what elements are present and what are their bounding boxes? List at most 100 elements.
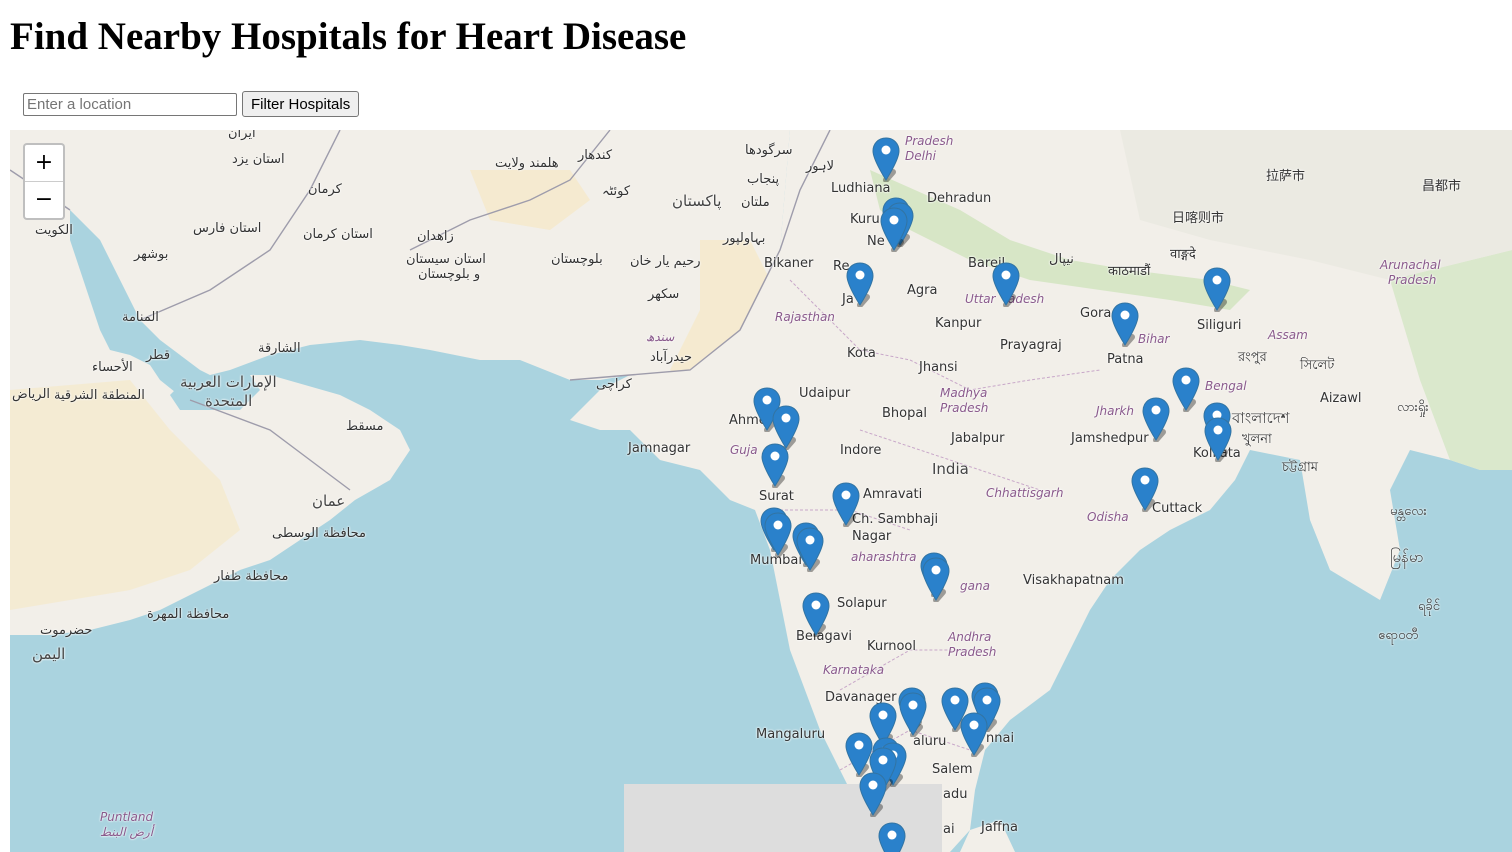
map-label: کوئٹہ — [602, 184, 631, 199]
map-pin-icon[interactable] — [831, 481, 861, 527]
map-label: ရခိုင် — [1418, 599, 1440, 614]
map-label: 日喀则市 — [1172, 211, 1225, 226]
map-label: Solapur — [837, 596, 887, 611]
map-pin-icon[interactable] — [959, 711, 989, 757]
map-pin-icon[interactable] — [858, 771, 888, 817]
map-label: حضرموت — [40, 623, 93, 638]
map-label: Kanpur — [935, 316, 982, 331]
map-pin-icon[interactable] — [1202, 266, 1232, 312]
hospital-map[interactable]: + − Ludhiana Dehradun Kuru Ne Bikaner Re… — [10, 130, 1512, 852]
map-label: လားရှိုး — [1397, 400, 1429, 415]
map-label: ملتان — [741, 195, 770, 210]
map-label: الكويت — [35, 223, 73, 238]
map-pin-icon[interactable] — [991, 261, 1021, 307]
map-label: Prayagraj — [1000, 338, 1062, 353]
map-label: Nagar — [852, 529, 892, 544]
map-label: کراچی — [596, 377, 632, 392]
zoom-out-button[interactable]: − — [25, 182, 63, 218]
map-label: اليمن — [32, 645, 66, 663]
map-label: محافظة الوسطى — [272, 526, 366, 541]
map-label: پاکستان — [672, 192, 722, 210]
map-label: မန္တလေး — [1390, 504, 1427, 519]
map-label: Siliguri — [1197, 318, 1242, 333]
map-pin-icon[interactable] — [763, 511, 793, 557]
map-pin-icon[interactable] — [1203, 416, 1233, 462]
map-label: Jharkh — [1096, 404, 1134, 418]
filter-hospitals-button[interactable]: Filter Hospitals — [242, 91, 360, 117]
map-label: nnai — [986, 731, 1015, 746]
map-label: Udaipur — [799, 386, 851, 401]
map-label: Pradesh — [1388, 273, 1437, 287]
map-label: Gora — [1080, 306, 1112, 321]
map-label: চট্টগ্রাম — [1282, 460, 1318, 475]
map-pin-icon[interactable] — [795, 526, 825, 572]
map-label: Pradesh — [905, 134, 954, 148]
map-label: Jamshedpur — [1071, 431, 1149, 446]
map-pin-icon[interactable] — [898, 691, 928, 737]
map-label: gana — [960, 579, 990, 593]
map-pin-icon[interactable] — [871, 136, 901, 182]
map-pin-icon[interactable] — [921, 556, 951, 602]
map-label: حیدرآباد — [650, 350, 693, 365]
map-label: سرگودھا — [745, 143, 793, 158]
map-label: Puntland — [100, 810, 154, 824]
zoom-control: + − — [23, 143, 65, 220]
map-label: Mangaluru — [756, 727, 826, 742]
map-label: استان کرمان — [303, 227, 373, 242]
map-label: Kurnool — [867, 639, 916, 654]
map-label: أرض البنط — [100, 825, 154, 839]
map-label: استان یزد — [232, 152, 285, 167]
map-label: بلوچستان — [551, 252, 603, 267]
map-label: Dehradun — [927, 191, 992, 206]
map-label: المنامة — [122, 310, 159, 325]
map-label: Aizawl — [1320, 391, 1362, 406]
map-label: Salem — [932, 762, 973, 777]
map-pin-icon[interactable] — [1130, 466, 1160, 512]
map-label: খুলনা — [1242, 432, 1272, 447]
map-label: 昌都市 — [1422, 179, 1462, 194]
map-pin-icon[interactable] — [879, 206, 909, 252]
map-pin-icon[interactable] — [1141, 396, 1171, 442]
map-label: Ludhiana — [831, 181, 891, 196]
map-label: Amravati — [863, 487, 923, 502]
map-label: aharashtra — [851, 550, 917, 564]
map-label: Bihar — [1138, 332, 1170, 346]
map-label: لاہور — [806, 159, 835, 174]
map-pin-icon[interactable] — [845, 261, 875, 307]
map-label: বাংলাদেশ — [1232, 409, 1290, 427]
zoom-in-button[interactable]: + — [25, 145, 63, 182]
map-label: المتحدة — [205, 392, 253, 410]
map-label: سکھر — [648, 287, 680, 302]
map-label: بوشهر — [134, 247, 169, 262]
map-label: Madhya — [940, 386, 988, 400]
map-label: الأحساء — [92, 360, 133, 375]
map-label: زاهدان — [417, 229, 454, 244]
map-label: Andhra — [948, 630, 992, 644]
map-label: کندهار — [578, 148, 613, 163]
map-label: Chhattisgarh — [986, 486, 1064, 500]
map-label: مسقط — [346, 419, 384, 434]
map-label: မြန်မာ — [1390, 548, 1424, 566]
map-label: المنطقة الشرقية — [54, 388, 145, 403]
map-label: کرمان — [308, 182, 342, 197]
map-label: Odisha — [1087, 510, 1129, 524]
map-label: استان فارس — [193, 221, 262, 236]
map-label: Jaffna — [981, 820, 1018, 835]
map-pin-icon[interactable] — [801, 591, 831, 637]
filter-controls: Filter Hospitals — [23, 91, 360, 117]
map-pin-icon[interactable] — [1110, 301, 1140, 347]
map-label: Bhopal — [882, 406, 927, 421]
map-label: الرياض — [12, 387, 51, 402]
map-label: Surat — [759, 489, 794, 504]
map-pin-icon[interactable] — [1171, 366, 1201, 412]
map-pin-icon[interactable] — [760, 442, 790, 488]
map-label: Visakhapatnam — [1023, 573, 1124, 588]
map-label: رحیم یار خان — [630, 254, 701, 269]
location-input[interactable] — [23, 92, 237, 116]
map-pin-icon[interactable] — [877, 821, 907, 852]
map-label: Arunachal — [1380, 258, 1441, 272]
map-label: Jhansi — [919, 360, 958, 375]
map-label: Karnataka — [823, 663, 885, 677]
map-label: الشارقة — [258, 341, 301, 356]
map-label: محافظة المهرة — [147, 607, 230, 622]
